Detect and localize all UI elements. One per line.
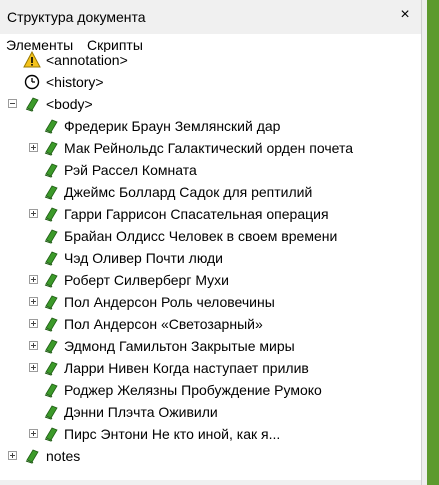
book-icon: [44, 339, 58, 354]
expand-toggle[interactable]: [29, 297, 38, 306]
tree-item-label: Пол Андерсон Роль человечины: [64, 294, 275, 310]
close-icon[interactable]: ×: [395, 5, 415, 25]
book-icon: [44, 317, 58, 332]
book-icon: [44, 185, 58, 200]
expand-toggle[interactable]: [8, 451, 17, 460]
expand-toggle[interactable]: [29, 319, 38, 328]
book-icon: [44, 295, 58, 310]
tree-item-section[interactable]: Пирс Энтони Не кто иной, как я...: [0, 424, 400, 446]
editor-edge: [427, 0, 439, 485]
tree-item-body[interactable]: <body>: [0, 94, 400, 116]
tree-item-label: Фредерик Браун Землянский дар: [64, 118, 281, 134]
book-icon: [44, 361, 58, 376]
book-icon: [44, 251, 58, 266]
tree-item-label: <history>: [46, 74, 104, 90]
tree-item-label: Мак Рейнольдс Галактический орден почета: [64, 140, 354, 156]
book-icon: [44, 229, 58, 244]
tree-item-section[interactable]: Брайан Олдисс Человек в своем времени: [0, 226, 400, 248]
tree-item-label: Брайан Олдисс Человек в своем времени: [64, 228, 338, 244]
book-icon: [44, 383, 58, 398]
tree-item-section[interactable]: Роджер Желязны Пробуждение Румоко: [0, 380, 400, 402]
tree-item-label: Ларри Нивен Когда наступает прилив: [64, 360, 309, 376]
tree-item-label: Роджер Желязны Пробуждение Румоко: [64, 382, 322, 398]
tree-item-label: notes: [46, 448, 81, 464]
tree-item-notes[interactable]: notes: [0, 446, 400, 468]
tree-item-label: Гарри Гаррисон Спасательная операция: [64, 206, 329, 222]
tree-item-label: Чэд Оливер Почти люди: [64, 250, 223, 266]
tree-item-label: Джеймс Боллард Садок для рептилий: [64, 184, 313, 200]
expand-toggle[interactable]: [29, 209, 38, 218]
tree-item-section[interactable]: Ларри Нивен Когда наступает прилив: [0, 358, 400, 380]
book-icon: [44, 273, 58, 288]
tree-item-section[interactable]: Рэй Рассел Комната: [0, 160, 400, 182]
expand-toggle[interactable]: [29, 275, 38, 284]
clock-icon: [24, 74, 40, 90]
tree-item-label: <annotation>: [46, 52, 128, 68]
warning-icon: [23, 51, 41, 68]
tree-item-label: <body>: [46, 96, 93, 112]
panel-titlebar: Структура документа ×: [0, 0, 421, 35]
tree-item-label: Роберт Силверберг Мухи: [64, 272, 229, 288]
tree-item-section[interactable]: Гарри Гаррисон Спасательная операция: [0, 204, 400, 226]
tree-item-label: Пол Андерсон «Светозарный»: [64, 316, 263, 332]
tree-item-section[interactable]: Пол Андерсон «Светозарный»: [0, 314, 400, 336]
document-structure-panel: Структура документа × Элементы Скрипты <…: [0, 0, 421, 485]
panel-bottom-border: [0, 480, 421, 485]
tree-item-section[interactable]: Фредерик Браун Землянский дар: [0, 116, 400, 138]
tree-item-section[interactable]: Дэнни Плэчта Оживили: [0, 402, 400, 424]
collapse-toggle[interactable]: [8, 99, 17, 108]
tree-item-section[interactable]: Пол Андерсон Роль человечины: [0, 292, 400, 314]
book-icon: [25, 97, 39, 112]
book-icon: [44, 141, 58, 156]
book-icon: [44, 405, 58, 420]
book-icon: [44, 119, 58, 134]
book-icon: [44, 163, 58, 178]
tree-item-history[interactable]: <history>: [0, 72, 400, 94]
book-icon: [44, 427, 58, 442]
tree-item-label: Дэнни Плэчта Оживили: [64, 404, 218, 420]
tree-item-section[interactable]: Чэд Оливер Почти люди: [0, 248, 400, 270]
tree-item-section[interactable]: Джеймс Боллард Садок для рептилий: [0, 182, 400, 204]
tree-item-label: Эдмонд Гамильтон Закрытые миры: [64, 338, 295, 354]
book-icon: [25, 449, 39, 464]
tree-item-section[interactable]: Мак Рейнольдс Галактический орден почета: [0, 138, 400, 160]
tree-item-section[interactable]: Роберт Силверберг Мухи: [0, 270, 400, 292]
panel-title: Структура документа: [7, 9, 146, 25]
tree-item-section[interactable]: Эдмонд Гамильтон Закрытые миры: [0, 336, 400, 358]
tree-item-label: Рэй Рассел Комната: [64, 162, 197, 178]
expand-toggle[interactable]: [29, 363, 38, 372]
tree-item-annotation[interactable]: <annotation>: [0, 50, 400, 72]
expand-toggle[interactable]: [29, 143, 38, 152]
expand-toggle[interactable]: [29, 341, 38, 350]
expand-toggle[interactable]: [29, 429, 38, 438]
book-icon: [44, 207, 58, 222]
tree-item-label: Пирс Энтони Не кто иной, как я...: [64, 426, 281, 442]
